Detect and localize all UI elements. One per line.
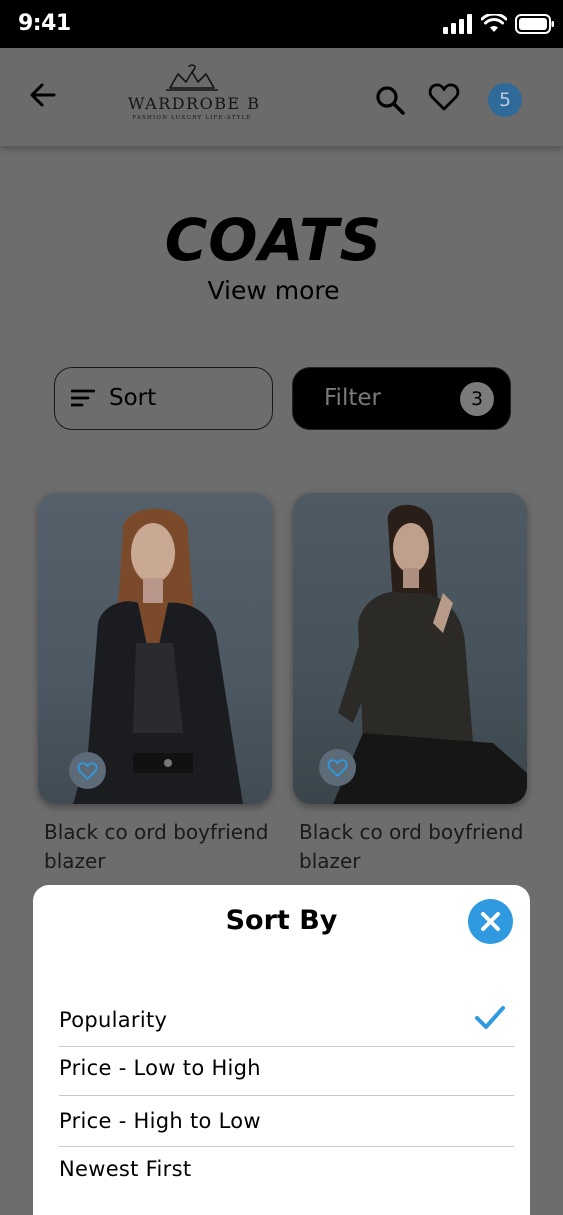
sort-option-label: Popularity xyxy=(59,1008,168,1032)
view-more-link[interactable]: View more xyxy=(0,276,547,305)
status-time: 9:41 xyxy=(18,11,71,36)
sort-option-label: Price - High to Low xyxy=(59,1109,261,1133)
wishlist-button[interactable] xyxy=(428,82,460,114)
sort-lines-icon xyxy=(71,389,95,407)
search-button[interactable] xyxy=(374,84,406,116)
brand-logo[interactable]: WARDROBE B FASHION LUXURY LIFE-STYLE xyxy=(128,62,261,126)
signal-icon xyxy=(443,14,472,34)
divider xyxy=(59,1046,514,1047)
check-icon xyxy=(475,1006,505,1029)
back-button[interactable] xyxy=(28,80,60,112)
filter-label: Filter xyxy=(324,385,381,411)
product-card[interactable] xyxy=(38,493,272,804)
divider xyxy=(59,1095,514,1096)
product-name[interactable]: Black co ord boyfriend blazer xyxy=(44,818,274,876)
brand-tagline: FASHION LUXURY LIFE-STYLE xyxy=(132,115,252,121)
page-title: COATS xyxy=(164,206,383,274)
search-icon xyxy=(376,86,405,115)
filter-button[interactable]: Filter 3 xyxy=(292,367,511,430)
close-button[interactable] xyxy=(468,899,513,944)
sort-button[interactable]: Sort xyxy=(54,367,273,430)
sort-option-label: Price - Low to High xyxy=(59,1056,261,1080)
heart-icon xyxy=(327,759,348,777)
sheet-title: Sort By xyxy=(225,905,338,936)
brand-name: WARDROBE B xyxy=(128,94,261,113)
status-icons xyxy=(443,14,555,34)
crown-hanger-icon xyxy=(166,64,218,91)
sort-label: Sort xyxy=(109,385,157,411)
product-name[interactable]: Black co ord boyfriend blazer xyxy=(299,818,529,876)
product-card[interactable] xyxy=(293,493,527,804)
heart-icon xyxy=(77,762,98,780)
screen: 9:41 WARDROBE B FASHION LUXURY LIFE-STYL… xyxy=(0,0,563,1215)
wifi-icon xyxy=(481,14,507,32)
battery-icon xyxy=(515,14,554,34)
close-icon xyxy=(481,912,500,931)
back-arrow-icon xyxy=(30,83,56,107)
favorite-button[interactable] xyxy=(69,752,106,789)
cart-count-badge[interactable]: 5 xyxy=(488,83,522,117)
sort-option-label: Newest First xyxy=(59,1157,192,1181)
divider xyxy=(59,1146,514,1147)
filter-count-badge: 3 xyxy=(460,382,494,416)
heart-icon xyxy=(428,83,460,111)
status-bar: 9:41 xyxy=(0,0,563,48)
app-header: WARDROBE B FASHION LUXURY LIFE-STYLE 5 xyxy=(0,48,563,146)
favorite-button[interactable] xyxy=(319,749,356,786)
